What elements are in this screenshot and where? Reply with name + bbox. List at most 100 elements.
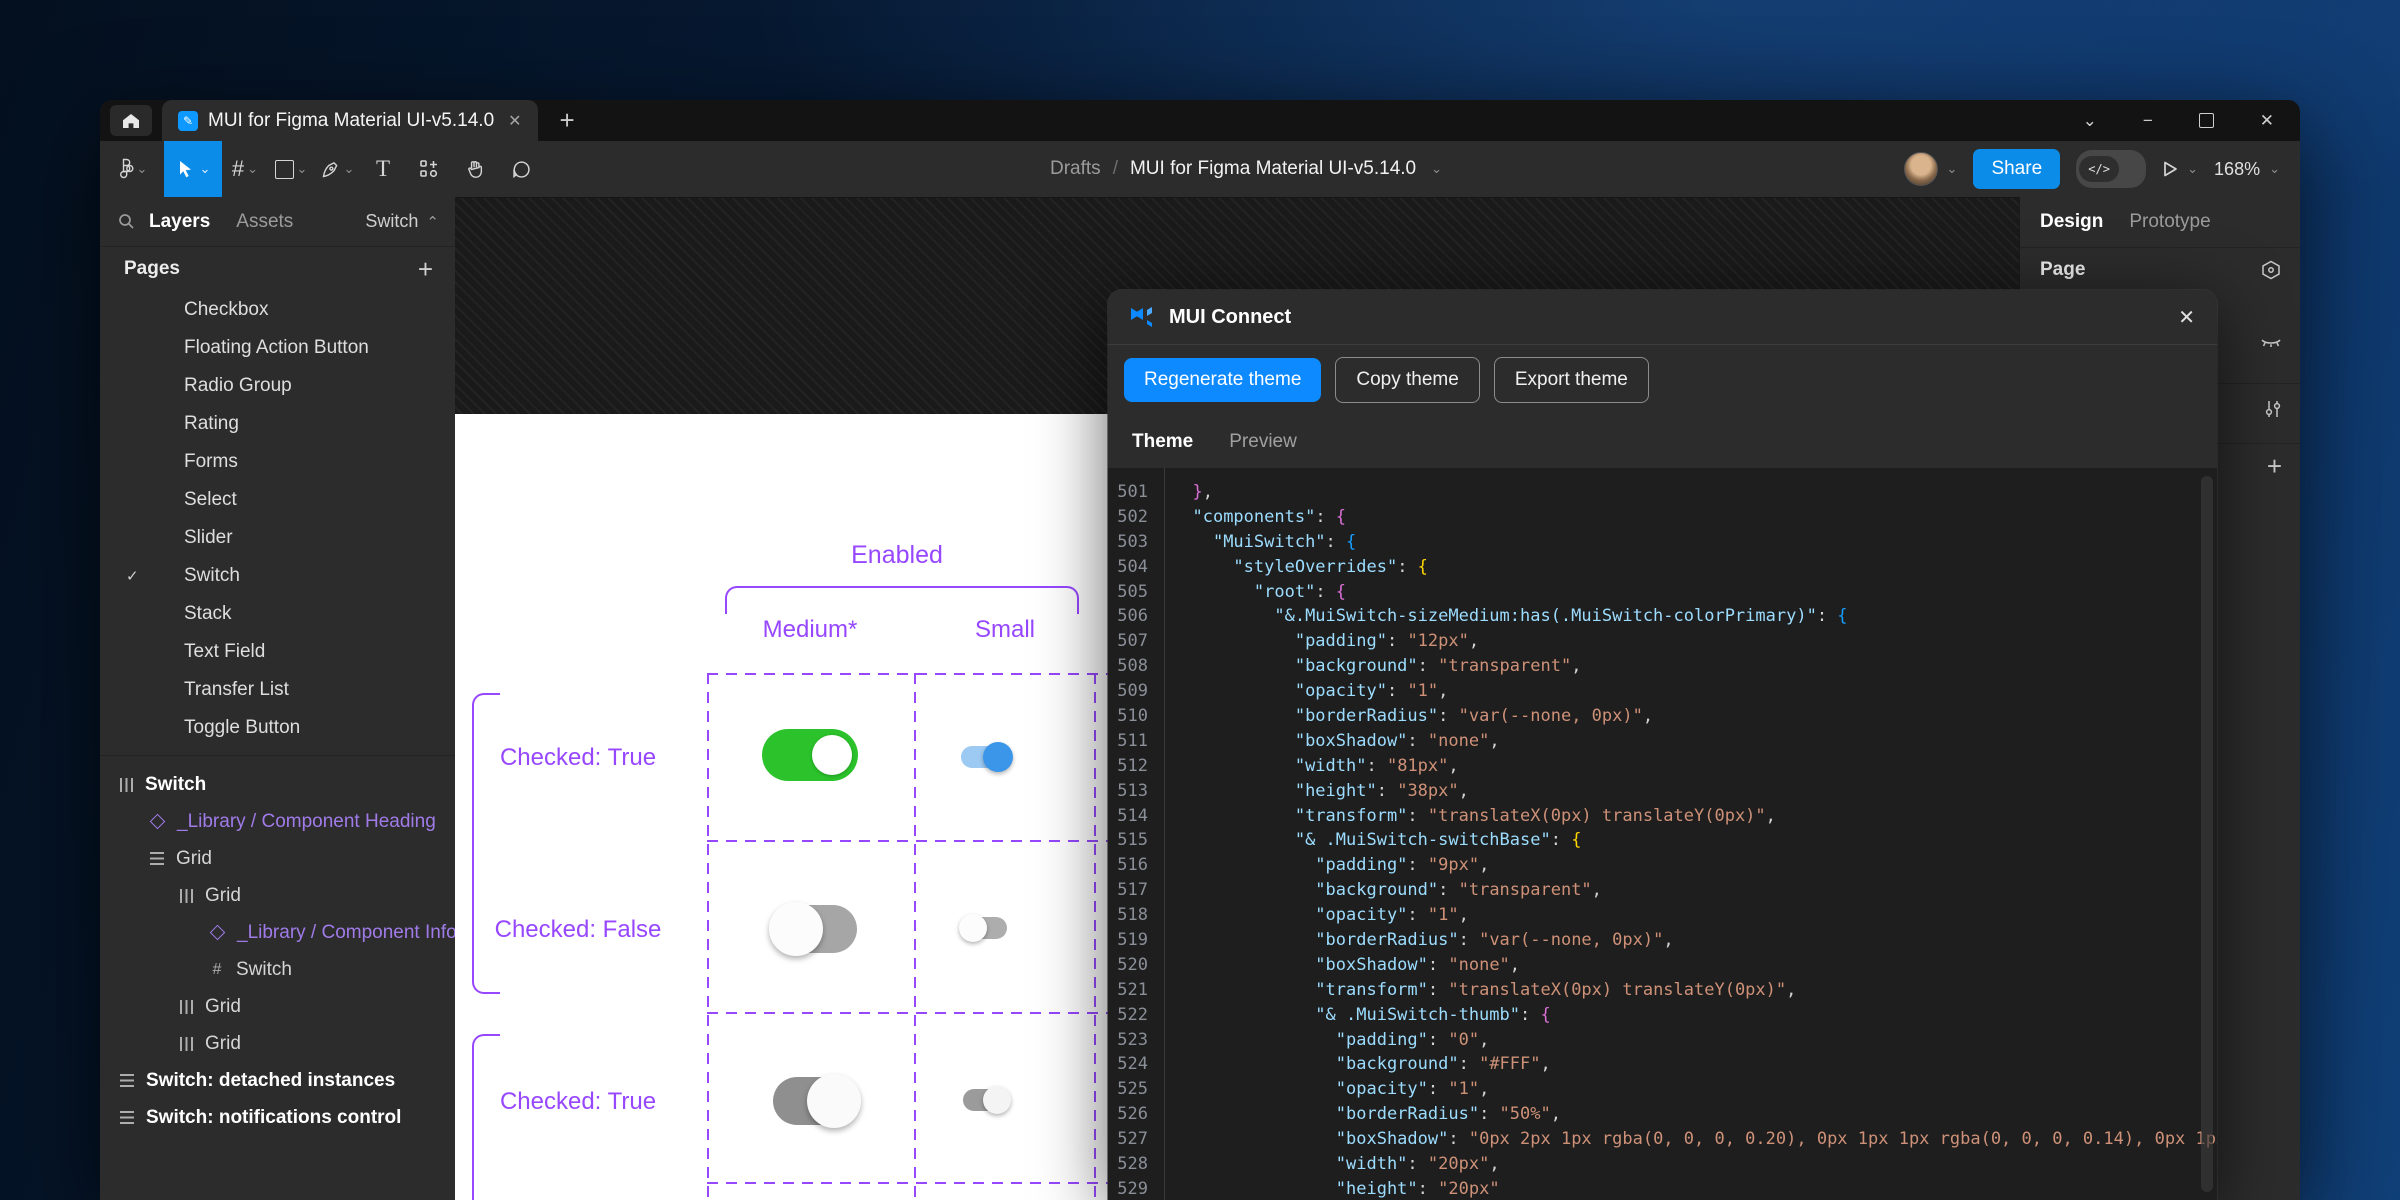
page-item[interactable]: Toggle Button [100, 709, 455, 747]
shape-tool-button[interactable]: ⌄ [268, 141, 314, 197]
hand-tool-button[interactable] [452, 141, 498, 197]
page-item[interactable]: Rating [100, 405, 455, 443]
new-tab-button[interactable]: + [560, 105, 575, 136]
file-tab[interactable]: ✎ MUI for Figma Material UI-v5.14.0 ✕ [162, 100, 538, 141]
sliders-icon[interactable] [2264, 399, 2282, 419]
page-selector[interactable]: Switch [365, 211, 418, 232]
variables-cube-icon[interactable] [2260, 260, 2282, 280]
code-line: 529 "height": "20px" [1108, 1177, 2217, 1200]
layer-item[interactable]: Switch: detached instances [100, 1062, 455, 1099]
column-bracket [725, 586, 1079, 614]
layer-item[interactable]: Switch: notifications control [100, 1099, 455, 1136]
code-scrollbar[interactable] [2201, 476, 2213, 1192]
comment-tool-button[interactable] [498, 141, 544, 197]
pages-list: CheckboxFloating Action ButtonRadio Grou… [100, 291, 455, 747]
window-menu-chevron-icon[interactable]: ⌄ [2083, 111, 2097, 131]
breadcrumb-drafts[interactable]: Drafts [1050, 158, 1101, 180]
line-number: 529 [1108, 1177, 1148, 1200]
tab-preview[interactable]: Preview [1229, 431, 1297, 453]
page-item[interactable]: Transfer List [100, 671, 455, 709]
layer-item[interactable]: _Library / Component Information [100, 914, 455, 951]
cursor-icon [176, 159, 194, 179]
page-item[interactable]: Checkbox [100, 291, 455, 329]
frame-tool-button[interactable]: # ⌄ [222, 141, 268, 197]
line-number: 502 [1108, 505, 1148, 530]
present-button[interactable]: ⌄ [2162, 160, 2198, 178]
main-menu-button[interactable]: ⌄ [110, 141, 156, 197]
export-theme-button[interactable]: Export theme [1494, 357, 1649, 403]
page-item[interactable]: Floating Action Button [100, 329, 455, 367]
code-line: 523 "padding": "0", [1108, 1028, 2217, 1053]
page-item[interactable]: Text Field [100, 633, 455, 671]
text-tool-button[interactable]: T [360, 141, 406, 197]
theme-code-editor[interactable]: 501 },502 "components": {503 "MuiSwitch"… [1108, 468, 2217, 1200]
breadcrumb-file-title[interactable]: MUI for Figma Material UI-v5.14.0 [1130, 158, 1416, 180]
avatar[interactable] [1904, 152, 1938, 186]
close-dialog-icon[interactable]: ✕ [2178, 305, 2195, 330]
layer-item[interactable]: #Switch [100, 951, 455, 988]
line-number: 520 [1108, 953, 1148, 978]
resources-tool-button[interactable] [406, 141, 452, 197]
home-button[interactable] [110, 105, 152, 136]
share-button[interactable]: Share [1973, 149, 2060, 189]
page-item[interactable]: Forms [100, 443, 455, 481]
minimize-icon[interactable]: − [2143, 111, 2153, 131]
add-page-button[interactable]: + [418, 254, 433, 285]
switch-medium-checked-green[interactable] [762, 729, 858, 781]
column-label-small: Small [945, 616, 1065, 644]
zoom-level: 168% [2214, 159, 2260, 180]
code-line: 502 "components": { [1108, 505, 2217, 530]
switch-medium-unchecked[interactable] [773, 905, 857, 953]
chevron-down-icon[interactable]: ⌄ [1431, 164, 1442, 174]
add-export-icon[interactable]: + [2267, 451, 2282, 482]
page-item[interactable]: Slider [100, 519, 455, 557]
close-tab-icon[interactable]: ✕ [508, 111, 521, 131]
dialog-header[interactable]: MUI Connect ✕ [1108, 290, 2217, 345]
layer-item[interactable]: Grid [100, 840, 455, 877]
pen-tool-button[interactable]: ⌄ [314, 141, 360, 197]
breadcrumb: Drafts / MUI for Figma Material UI-v5.14… [1050, 141, 1442, 197]
move-tool-button[interactable]: ⌄ [164, 141, 222, 197]
page-item[interactable]: Radio Group [100, 367, 455, 405]
tab-layers[interactable]: Layers [149, 211, 210, 233]
file-tab-title: MUI for Figma Material UI-v5.14.0 [208, 110, 494, 132]
chevron-down-icon: ⌄ [297, 164, 308, 174]
search-icon[interactable] [118, 213, 135, 230]
page-item[interactable]: ✓Switch [100, 557, 455, 595]
close-window-icon[interactable]: ✕ [2260, 111, 2274, 131]
copy-theme-button[interactable]: Copy theme [1335, 357, 1479, 403]
chevron-down-icon[interactable]: ⌄ [200, 164, 211, 174]
dev-mode-toggle[interactable]: </> [2076, 150, 2146, 188]
regenerate-theme-button[interactable]: Regenerate theme [1124, 358, 1321, 402]
layer-item[interactable]: Switch [100, 766, 455, 803]
right-panel-tabs: Design Prototype [2020, 197, 2300, 248]
tab-prototype[interactable]: Prototype [2129, 211, 2210, 233]
tab-theme[interactable]: Theme [1132, 431, 1193, 453]
grid-line [914, 673, 916, 1200]
maximize-icon[interactable] [2199, 113, 2214, 128]
comment-icon [511, 159, 532, 180]
switch-small-checked-gray[interactable] [963, 1089, 1007, 1111]
zoom-menu[interactable]: 168% ⌄ [2214, 159, 2280, 180]
layer-item[interactable]: Grid [100, 877, 455, 914]
layer-item[interactable]: Grid [100, 1025, 455, 1062]
account-menu[interactable]: ⌄ [1904, 152, 1958, 186]
layer-item[interactable]: Grid [100, 988, 455, 1025]
switch-small-unchecked[interactable] [963, 917, 1007, 939]
page-item[interactable]: Select [100, 481, 455, 519]
toolbar-right: ⌄ Share </> ⌄ 168% ⌄ [1904, 141, 2280, 197]
layer-item-label: Switch: notifications control [146, 1107, 401, 1129]
code-line: 505 "root": { [1108, 580, 2217, 605]
switch-thumb [983, 1086, 1011, 1114]
layer-item[interactable]: _Library / Component Heading [100, 803, 455, 840]
tab-bar: ✎ MUI for Figma Material UI-v5.14.0 ✕ + … [100, 100, 2300, 141]
tab-assets[interactable]: Assets [236, 211, 293, 233]
chevron-up-icon[interactable]: ⌃ [426, 213, 439, 231]
tab-design[interactable]: Design [2040, 211, 2103, 233]
line-number: 518 [1108, 903, 1148, 928]
page-item[interactable]: Stack [100, 595, 455, 633]
switch-medium-checked-gray[interactable] [773, 1077, 857, 1125]
eye-closed-icon[interactable] [2260, 337, 2282, 351]
switch-small-checked-blue[interactable] [961, 746, 1009, 768]
code-line: 524 "background": "#FFF", [1108, 1052, 2217, 1077]
